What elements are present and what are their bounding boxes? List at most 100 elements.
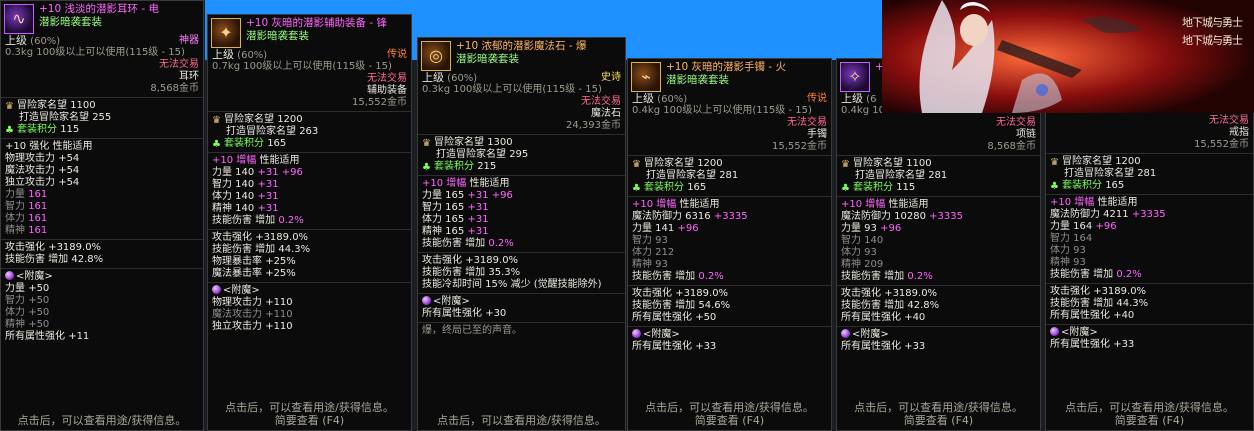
brief-view-shortcut[interactable]: 简要查看 (F4) [837, 414, 1040, 427]
stat-name: 体力 165 [422, 214, 468, 225]
grade-percent: (60%) [234, 50, 268, 61]
extra-stat-row: 所有属性强化 +40 [837, 312, 1040, 324]
grade-label: 上级 [5, 34, 27, 47]
extra-stat-row: 魔法暴击率 +25% [208, 268, 411, 280]
stat-name: 精神 209 [841, 259, 884, 270]
stat-name: 力量 140 [212, 167, 258, 178]
fame-row: ♛ 冒险家名望 1200 [628, 158, 831, 170]
weight-value: 0.4kg [841, 105, 873, 116]
extra-stat-value: +3189.0% [48, 242, 102, 253]
usage-hint[interactable]: 点击后，可以查看用途/获得信息。 [208, 401, 411, 414]
divider [418, 175, 625, 176]
card-footer: 点击后，可以查看用途/获得信息。 简要查看 (F4) [208, 401, 411, 427]
stat-name: 智力 140 [212, 179, 258, 190]
stat-name: 魔法防御力 10280 [841, 211, 930, 222]
enchant-stat-value: +33 [1113, 339, 1135, 350]
stat-row: 体力 212 [628, 247, 831, 259]
enchant-stat-name: 所有属性强化 [841, 341, 905, 352]
amplify-label: +10 增幅 [632, 199, 680, 210]
set-points-value: 165 [1105, 180, 1125, 191]
divider [837, 326, 1040, 327]
divider [1, 268, 203, 269]
enchant-stat-value: +50 [28, 283, 50, 294]
trade-row: 无法交易 [208, 73, 411, 85]
fame-build-row: 打造冒险家名望 295 [418, 149, 625, 161]
item-tooltip-necklace[interactable]: ✧+10 ...上级 (60.4kg 10无法交易项链8,568金币♛冒险家名望… [836, 58, 1041, 431]
stat-name: 力量 165 [422, 190, 468, 201]
usage-hint[interactable]: 点击后，可以查看用途/获得信息。 [628, 401, 831, 414]
stat-row: 力量 164 +96 [1046, 221, 1253, 233]
extra-stat-name: 攻击强化 [212, 232, 256, 243]
enchant-stat-value: +110 [265, 321, 293, 332]
trade-status: 无法交易 [1209, 115, 1249, 126]
level-requirement: 100级以上可以使用(115级 - 15) [663, 105, 812, 116]
stat-row: 技能伤害 增加 0.2% [418, 238, 625, 250]
stat-row: 力量 161 [1, 189, 203, 201]
trade-status: 无法交易 [367, 73, 407, 84]
enchant-stat-value: +33 [695, 341, 717, 352]
divider [1046, 324, 1253, 325]
set-points-label: 套装积分 [644, 182, 688, 193]
fame-build-row: 打造冒险家名望 281 [837, 170, 1040, 182]
slot-type: 戒指 [1229, 127, 1249, 138]
item-tooltip-ring[interactable]: 无法交易 戒指 15,552金币 ♛ 冒险家名望 1200 打造冒险家名望 281 ♣ 套装积… [1045, 58, 1254, 431]
brief-view-shortcut[interactable]: 简要查看 (F4) [628, 414, 831, 427]
stat-name: 物理攻击力 [5, 153, 59, 164]
fame-label: 冒险家名望 [224, 114, 278, 125]
item-tooltip-earring[interactable]: ∿ +10 浅淡的潜影耳环 - 电潜影暗袭套装 上级 (60%) 神器 0.3kg 10… [0, 0, 204, 431]
amplify-label: +10 增幅 [212, 155, 260, 166]
rarity-label: 传说 [807, 93, 827, 104]
stat-name: 精神 165 [422, 226, 468, 237]
stat-name: 力量 141 [632, 223, 678, 234]
usage-hint[interactable]: 点击后，可以查看用途/获得信息。 [1046, 401, 1253, 414]
divider [628, 196, 831, 197]
enchant-stat-row: 精神 +50 [1, 319, 203, 331]
item-tooltip-aux-equipment[interactable]: ✦ +10 灰暗的潜影辅助装备 - 锋潜影暗袭套装 上级 (60%) 传说 0.7kg … [207, 14, 412, 431]
extra-stat-row: 技能伤害 增加 42.8% [1, 254, 203, 266]
extra-stat-name: 攻击强化 [422, 255, 466, 266]
amplify-suffix: 性能适用 [679, 199, 720, 210]
aux-equipment-icon: ✦ [211, 18, 241, 48]
extra-stat-name: 所有属性强化 [632, 312, 696, 323]
stat-name: 魔法防御力 6316 [632, 211, 714, 222]
usage-hint[interactable]: 点击后，可以查看用途/获得信息。 [418, 414, 625, 427]
stat-row: 力量 140 +31 +96 [208, 167, 411, 179]
set-points-row: ♣ 套装积分 115 [837, 182, 1040, 194]
extra-stat-row: 攻击强化 +3189.0% [208, 232, 411, 244]
fame-label: 冒险家名望 [434, 137, 488, 148]
stat-value: +31 +96 [257, 167, 303, 178]
stat-value: +31 [257, 191, 279, 202]
usage-hint[interactable]: 点击后，可以查看用途/获得信息。 [837, 401, 1040, 414]
brief-view-shortcut[interactable]: 简要查看 (F4) [208, 414, 411, 427]
stat-value: 0.2% [907, 271, 933, 282]
stat-value: +3335 [1131, 209, 1166, 220]
fame-label: 冒险家名望 [853, 158, 907, 169]
stat-name: 体力 93 [841, 247, 877, 258]
amplify-label: +10 增幅 [1050, 197, 1098, 208]
trade-row: 无法交易 [837, 117, 1040, 129]
brief-view-shortcut[interactable]: 简要查看 (F4) [1046, 414, 1253, 427]
stat-value: 0.2% [698, 271, 724, 282]
fame-build-label: 打造冒险家名望 [19, 112, 93, 123]
enchant-stat-row: 独立攻击力 +110 [208, 321, 411, 333]
price-value: 8,568金币 [150, 83, 199, 94]
enchant-stat-name: 所有属性强化 [632, 341, 696, 352]
item-tooltip-bracelet[interactable]: ⌁ +10 灰暗的潜影手镯 - 火潜影暗袭套装 上级 (60%) 传说 0.4kg 10… [627, 58, 832, 431]
slot-row: 手镯 [628, 129, 831, 141]
trade-status: 无法交易 [996, 117, 1036, 128]
extra-stat-row: 技能伤害 增加 54.6% [628, 300, 831, 312]
price-row: 8,568金币 [837, 141, 1040, 153]
stat-name: 技能伤害 增加 [632, 271, 699, 282]
grade-row: 上级 (60%) 传说 [208, 49, 411, 62]
stat-row: 技能伤害 增加 0.2% [208, 215, 411, 227]
grade-row: 上级 (60%) 神器 [1, 34, 203, 48]
extra-stat-value: 35.3% [488, 267, 521, 278]
set-points-icon: ♣ [422, 162, 431, 173]
enchant-stat-row: 所有属性强化 +33 [628, 341, 831, 353]
item-tooltip-magic-stone[interactable]: ◎ +10 浓郁的潜影魔法石 - 爆潜影暗袭套装 上级 (60%) 史诗 0.3kg 1… [417, 37, 626, 431]
stat-value: +54 [58, 153, 80, 164]
usage-hint[interactable]: 点击后，可以查看用途/获得信息。 [1, 414, 203, 427]
card-footer: 点击后，可以查看用途/获得信息。 简要查看 (F4) [1046, 401, 1253, 427]
stat-value: +3335 [713, 211, 748, 222]
extra-stat-name: 所有属性强化 [1050, 310, 1114, 321]
